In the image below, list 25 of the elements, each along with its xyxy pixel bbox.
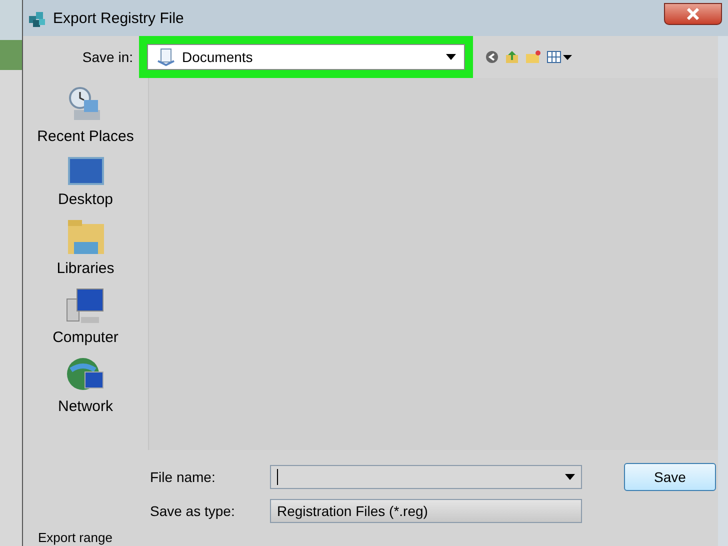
save-button[interactable]: Save	[624, 463, 716, 491]
file-name-field[interactable]	[270, 465, 582, 489]
caret-icon	[446, 54, 456, 60]
grid-view-icon	[547, 51, 561, 63]
places-item[interactable]: Recent Places	[37, 86, 134, 145]
caret-icon	[563, 54, 572, 60]
text-cursor	[277, 469, 278, 485]
up-folder-icon[interactable]	[505, 50, 519, 64]
places-item[interactable]: Desktop	[58, 155, 114, 208]
window-title: Export Registry File	[53, 10, 184, 26]
places-item[interactable]: Libraries	[56, 218, 114, 277]
back-icon[interactable]	[485, 50, 499, 64]
save-as-type-dropdown[interactable]: Registration Files (*.reg)	[270, 499, 582, 523]
save-in-label: Save in:	[81, 49, 133, 65]
close-button[interactable]	[664, 3, 722, 25]
file-name-label: File name:	[150, 469, 216, 485]
close-icon	[686, 8, 700, 20]
caret-icon	[565, 474, 575, 480]
view-menu-button[interactable]	[547, 51, 572, 63]
new-folder-icon[interactable]	[525, 50, 541, 64]
save-as-type-label: Save as type:	[150, 503, 236, 519]
export-range-label: Export range	[38, 530, 112, 545]
documents-icon	[156, 47, 176, 67]
places-item[interactable]: Network	[58, 356, 113, 415]
places-item[interactable]: Computer	[52, 287, 118, 346]
